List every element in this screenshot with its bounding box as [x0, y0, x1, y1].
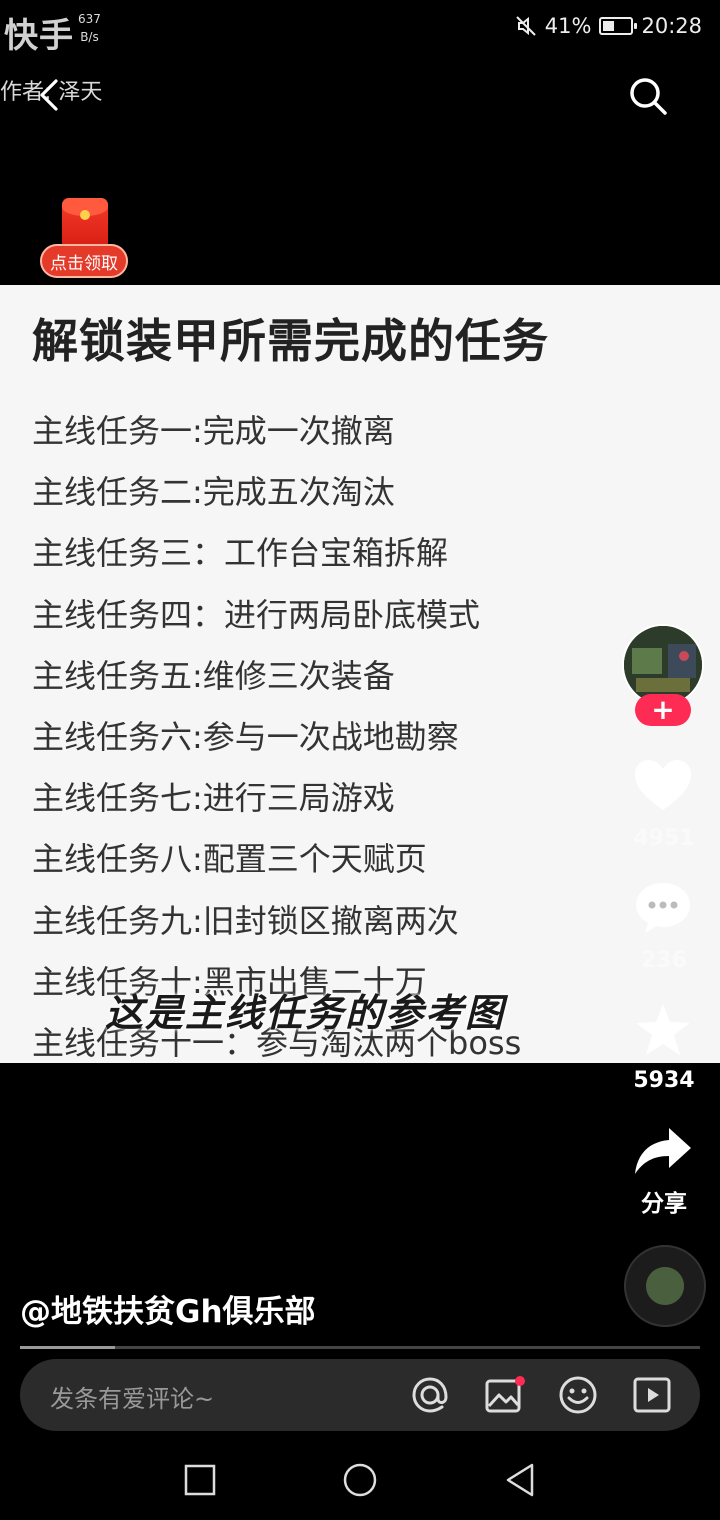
net-speed-value: 637 — [78, 12, 101, 26]
status-bar-left: 快手 637 B/s — [4, 8, 101, 57]
share-label: 分享 — [641, 1191, 687, 1217]
red-envelope-icon — [62, 198, 108, 250]
video-subtitle: 这是主线任务的参考图 — [105, 991, 506, 1035]
home-icon[interactable] — [342, 1462, 378, 1498]
comment-bar[interactable]: 发条有爱评论~ — [20, 1359, 700, 1431]
task-item: 主线任务三：工作台宝箱拆解 — [32, 534, 449, 573]
red-packet-widget[interactable]: 点击领取 — [40, 198, 130, 280]
content-title: 解锁装甲所需完成的任务 — [32, 314, 549, 368]
emoji-icon[interactable] — [556, 1373, 600, 1417]
clock: 20:28 — [641, 14, 702, 38]
chevron-left-icon[interactable] — [34, 78, 64, 112]
follow-button[interactable]: + — [635, 694, 691, 726]
heart-icon[interactable] — [633, 758, 693, 814]
net-speed-unit: B/s — [80, 30, 99, 44]
like-count: 4951 — [633, 826, 695, 851]
task-item: 主线任务九:旧封锁区撤离两次 — [32, 901, 459, 940]
music-disc[interactable] — [624, 1245, 706, 1327]
battery-fill — [603, 21, 615, 31]
image-icon[interactable] — [482, 1373, 526, 1417]
task-item: 主线任务二:完成五次淘汰 — [32, 473, 395, 512]
author-handle[interactable]: @地铁扶贫Gh俱乐部 — [20, 1286, 316, 1331]
battery-icon — [599, 17, 638, 35]
play-icon[interactable] — [630, 1373, 674, 1417]
task-item: 主线任务八:配置三个天赋页 — [32, 840, 427, 879]
back-nav-icon[interactable] — [502, 1462, 538, 1498]
task-item: 主线任务五:维修三次装备 — [32, 656, 395, 695]
comment-count: 236 — [641, 948, 687, 973]
favorite-count: 5934 — [633, 1068, 695, 1093]
kuaishou-watermark: 快手 — [4, 16, 74, 56]
recents-icon[interactable] — [182, 1462, 218, 1498]
comment-input[interactable]: 发条有爱评论~ — [50, 1379, 214, 1414]
video-content[interactable]: 解锁装甲所需完成的任务 主线任务一:完成一次撤离 主线任务二:完成五次淘汰 主线… — [0, 285, 720, 1063]
task-item: 主线任务一:完成一次撤离 — [32, 412, 395, 450]
task-list: 主线任务一:完成一次撤离 主线任务二:完成五次淘汰 主线任务三：工作台宝箱拆解 … — [32, 401, 521, 1063]
task-item: 主线任务四：进行两局卧底模式 — [32, 595, 481, 634]
status-bar: 快手 637 B/s 41% 20:28 — [0, 0, 720, 56]
video-progress[interactable] — [20, 1346, 700, 1349]
status-bar-right: 41% 20:28 — [515, 14, 702, 38]
at-icon[interactable] — [408, 1373, 452, 1417]
claim-button[interactable]: 点击领取 — [40, 244, 128, 278]
mute-icon — [516, 16, 536, 36]
star-icon[interactable] — [633, 1002, 693, 1058]
task-item: 主线任务七:进行三局游戏 — [32, 779, 395, 818]
task-item: 主线任务六:参与一次战地勘察 — [32, 717, 459, 756]
video-progress-fill — [20, 1346, 116, 1349]
comment-bubble-icon[interactable] — [633, 880, 693, 936]
share-arrow-icon[interactable] — [633, 1124, 693, 1180]
search-icon[interactable] — [628, 76, 668, 116]
net-speed: 637 B/s — [78, 8, 101, 44]
system-nav-bar — [0, 1440, 720, 1520]
battery-percent: 41% — [544, 14, 592, 38]
